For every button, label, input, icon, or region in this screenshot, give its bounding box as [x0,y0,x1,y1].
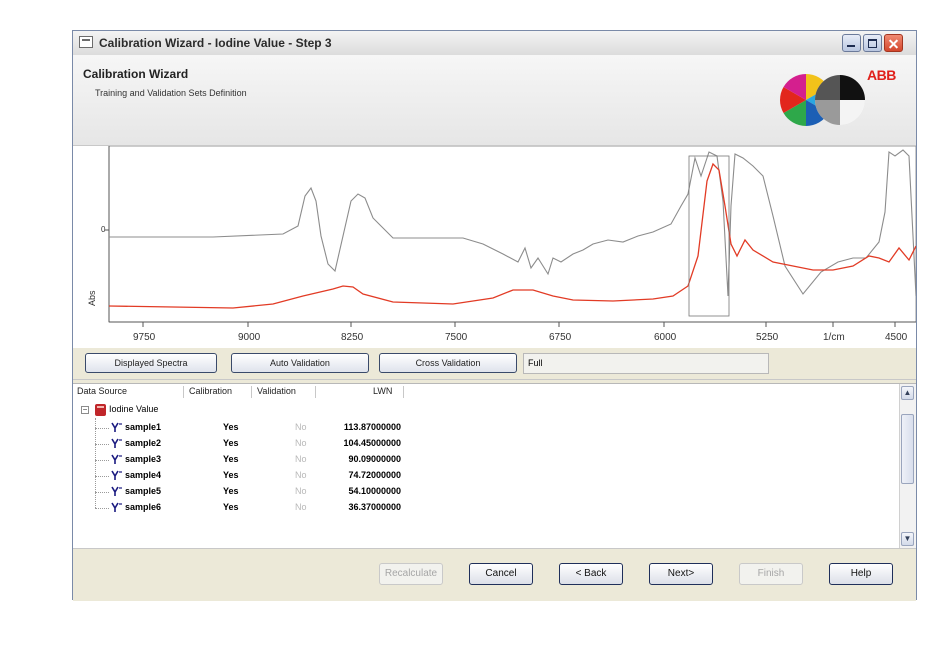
lwn-value: 104.45000000 [343,438,401,448]
group-row[interactable]: − Iodine Value [73,402,893,418]
lwn-value: 90.09000000 [348,454,401,464]
title-bar[interactable]: Calibration Wizard - Iodine Value - Step… [73,31,916,56]
recalculate-button[interactable]: Recalculate [379,563,443,585]
table-row[interactable]: sample1 Yes No 113.87000000 [73,420,893,436]
x-tick-label: 9000 [238,332,261,343]
lwn-value: 113.87000000 [343,422,401,432]
wizard-header: Calibration Wizard Training and Validati… [73,55,916,146]
table-row[interactable]: sample6 Yes No 36.37000000 [73,500,893,516]
auto-validation-button[interactable]: Auto Validation [231,353,369,373]
sample-name: sample3 [125,454,162,464]
column-separator[interactable] [183,386,184,398]
scroll-up-icon[interactable]: ▲ [901,386,914,400]
spectrum-plot[interactable]: Abs 0 9750 9000 8250 7500 6750 6000 5250 1/cm 45… [73,146,916,348]
x-tick-label: 7500 [445,332,468,343]
calibration-value[interactable]: Yes [223,470,239,480]
calibration-wizard-window: Calibration Wizard - Iodine Value - Step… [72,30,917,601]
x-tick-label: 1/cm [823,332,845,343]
close-button[interactable] [884,34,903,52]
sample-icon [111,438,122,448]
tree-connector [95,476,109,477]
calibration-value[interactable]: Yes [223,454,239,464]
help-button[interactable]: Help [829,563,893,585]
sample-icon [111,502,122,512]
validation-value[interactable]: No [295,486,307,496]
abb-logo-text: ABB [867,67,896,83]
data-group-icon [95,404,106,416]
window-title: Calibration Wizard - Iodine Value - Step… [99,36,332,50]
tree-connector [95,444,109,445]
x-tick-label: 8250 [341,332,364,343]
tree-connector [95,492,109,493]
wizard-title: Calibration Wizard [83,67,189,81]
maximize-button[interactable] [863,34,882,52]
next-button[interactable]: Next> [649,563,713,585]
finish-button[interactable]: Finish [739,563,803,585]
column-header-validation[interactable]: Validation [257,386,296,396]
sample-icon [111,470,122,480]
calibration-value[interactable]: Yes [223,422,239,432]
sample-name: sample6 [125,502,162,512]
validation-value[interactable]: No [295,470,307,480]
spectrum-plot-canvas: Abs 0 9750 9000 8250 7500 6750 6000 5250 1/cm 45… [87,146,916,343]
validation-value[interactable]: No [295,502,307,512]
x-axis-ticks: 9750 9000 8250 7500 6750 6000 5250 1/cm 4500 [133,322,908,343]
sample-name: sample1 [125,422,162,432]
color-wheel-logo [780,74,865,126]
cancel-button[interactable]: Cancel [469,563,533,585]
x-tick-label: 4500 [885,332,908,343]
tree-vertical-connector [95,418,96,508]
sample-name: sample5 [125,486,162,496]
calibration-value[interactable]: Yes [223,486,239,496]
data-source-table[interactable]: Data Source Calibration Validation LWN −… [73,383,916,548]
app-window-icon [79,36,93,48]
displayed-spectra-button[interactable]: Displayed Spectra [85,353,217,373]
sample-name: sample4 [125,470,162,480]
x-tick-label: 5250 [756,332,779,343]
column-header-lwn[interactable]: LWN [373,386,392,396]
cross-validation-button[interactable]: Cross Validation [379,353,517,373]
column-header-data-source[interactable]: Data Source [77,386,127,396]
scroll-thumb[interactable] [901,414,914,484]
column-separator[interactable] [251,386,252,398]
validation-button-row: Displayed Spectra Auto Validation Cross … [73,349,916,380]
y-axis-label: Abs [87,290,97,306]
x-tick-label: 9750 [133,332,156,343]
collapse-icon[interactable]: − [81,406,89,414]
wizard-footer: Recalculate Cancel < Back Next> Finish H… [73,548,916,601]
sample-icon [111,486,122,496]
x-tick-label: 6000 [654,332,677,343]
wizard-subtitle: Training and Validation Sets Definition [95,88,247,98]
group-label: Iodine Value [109,404,159,414]
table-scrollbar[interactable]: ▲ ▼ [899,384,916,548]
tree-connector [95,508,109,509]
column-separator[interactable] [403,386,404,398]
validation-range-field[interactable]: Full [523,353,769,374]
lwn-value: 36.37000000 [348,502,401,512]
lwn-value: 74.72000000 [348,470,401,480]
scroll-down-icon[interactable]: ▼ [901,532,914,546]
sample-icon [111,422,122,432]
tree-connector [95,460,109,461]
column-separator[interactable] [315,386,316,398]
lwn-value: 54.10000000 [348,486,401,496]
x-tick-label: 6750 [549,332,572,343]
calibration-value[interactable]: Yes [223,438,239,448]
minimize-button[interactable] [842,34,861,52]
validation-value[interactable]: No [295,454,307,464]
sample-icon [111,454,122,464]
validation-value[interactable]: No [295,422,307,432]
table-row[interactable]: sample4 Yes No 74.72000000 [73,468,893,484]
table-row[interactable]: sample3 Yes No 90.09000000 [73,452,893,468]
back-button[interactable]: < Back [559,563,623,585]
table-row[interactable]: sample5 Yes No 54.10000000 [73,484,893,500]
calibration-value[interactable]: Yes [223,502,239,512]
table-row[interactable]: sample2 Yes No 104.45000000 [73,436,893,452]
column-header-calibration[interactable]: Calibration [189,386,232,396]
tree-connector [95,428,109,429]
validation-value[interactable]: No [295,438,307,448]
sample-name: sample2 [125,438,162,448]
